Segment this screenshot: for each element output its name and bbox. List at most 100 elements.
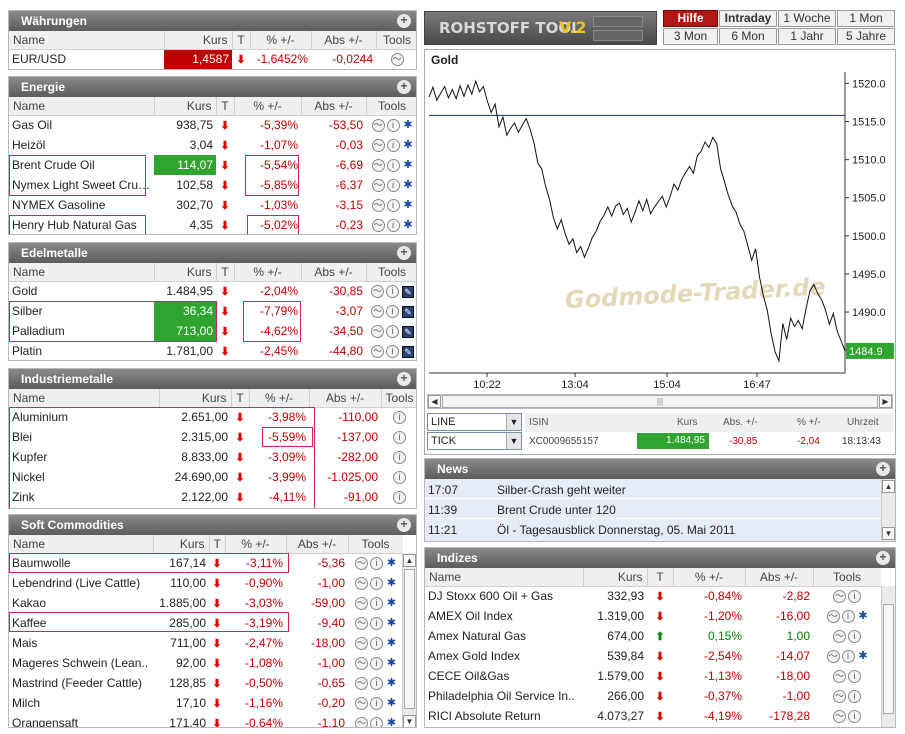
scroll-thumb[interactable]: [883, 604, 894, 714]
row-name[interactable]: DJ Stoxx 600 Oil + Gas: [425, 586, 583, 606]
info-icon[interactable]: i: [386, 219, 400, 233]
list-item[interactable]: 11:39 Brent Crude unter 120: [425, 499, 881, 519]
row-name[interactable]: Milch: [9, 693, 153, 713]
info-icon[interactable]: i: [393, 411, 406, 425]
table-row[interactable]: Amex Gold Index 539,84 ⬇ -2,54% -14,07 〜 i ✱: [425, 646, 881, 666]
info-icon[interactable]: i: [393, 491, 406, 505]
info-icon[interactable]: i: [370, 577, 383, 591]
info-icon[interactable]: i: [393, 431, 406, 445]
chart-icon[interactable]: 〜: [355, 677, 368, 691]
gear-icon[interactable]: ✱: [858, 611, 869, 622]
tick-select[interactable]: TICK ▼: [427, 432, 522, 450]
info-icon[interactable]: i: [848, 710, 861, 724]
table-row[interactable]: Kaffee 285,00 ⬇ -3,19% -9,40 〜 i ✱: [9, 613, 403, 633]
info-icon[interactable]: i: [848, 590, 861, 604]
gear-icon[interactable]: ✱: [403, 180, 414, 191]
info-icon[interactable]: i: [386, 119, 400, 133]
chart-icon[interactable]: 〜: [371, 159, 385, 173]
row-name[interactable]: Zink: [9, 487, 159, 507]
gear-icon[interactable]: ✱: [386, 698, 397, 709]
soft-scrollbar[interactable]: ▲ ▼: [402, 553, 416, 727]
edit-icon[interactable]: ✎: [402, 325, 414, 338]
gear-icon[interactable]: ✱: [386, 678, 397, 689]
info-icon[interactable]: i: [386, 199, 400, 213]
table-row[interactable]: RICI Absolute Return 4.073,27 ⬇ -4,19% -178,…: [425, 706, 881, 726]
list-item[interactable]: 11:21 Öl - Tagesausblick Donnerstag, 05. …: [425, 519, 881, 539]
row-name[interactable]: NYMEX Gasoline: [9, 195, 154, 215]
row-name[interactable]: Gold: [9, 281, 154, 301]
table-row[interactable]: Mastrind (Feeder Cattle) 128,85 ⬇ -0,50% -0,…: [9, 673, 403, 693]
row-name[interactable]: Amex Gold Index: [425, 646, 583, 666]
table-row[interactable]: Henry Hub Natural Gas 4,35 ⬇ -5,02% -0,23 〜 i ✱: [9, 215, 416, 234]
chart-icon[interactable]: 〜: [390, 53, 404, 67]
info-icon[interactable]: i: [386, 285, 399, 299]
info-icon[interactable]: i: [386, 325, 399, 339]
row-name[interactable]: Nymex Light Sweet Crud..: [9, 175, 154, 195]
row-name[interactable]: Kaffee: [9, 613, 153, 633]
gear-icon[interactable]: ✱: [403, 200, 414, 211]
table-row[interactable]: Orangensaft 171,40 ⬇ -0,64% -1,10 〜 i ✱: [9, 713, 403, 727]
chart-icon[interactable]: 〜: [355, 617, 368, 631]
info-icon[interactable]: i: [841, 610, 855, 624]
row-name[interactable]: Heizöl: [9, 135, 154, 155]
chart-icon[interactable]: 〜: [826, 610, 840, 624]
chevron-down-icon[interactable]: ▼: [506, 414, 521, 430]
intraday-button[interactable]: Intraday: [719, 10, 777, 27]
chevron-down-icon[interactable]: ▼: [506, 433, 521, 449]
row-name[interactable]: Palladium: [9, 321, 154, 341]
row-name[interactable]: Lebendrind (Live Cattle): [9, 573, 153, 593]
chart-icon[interactable]: 〜: [833, 670, 846, 684]
chart-icon[interactable]: 〜: [371, 285, 384, 299]
gear-icon[interactable]: ✱: [386, 658, 397, 669]
row-name[interactable]: Silber: [9, 301, 154, 321]
table-row[interactable]: CECE Oil&Gas 1.579,00 ⬇ -1,13% -18,00 〜 i: [425, 666, 881, 686]
table-row[interactable]: Gold 1.484,95 ⬇ -2,04% -30,85 〜 i ✎: [9, 281, 416, 301]
table-row[interactable]: Palladium 713,00 ⬇ -4,62% -34,50 〜 i ✎: [9, 321, 416, 341]
info-icon[interactable]: i: [370, 637, 383, 651]
row-name[interactable]: Baumwolle: [9, 553, 153, 573]
table-row[interactable]: Amex Natural Gas 674,00 ⬆ 0,15% 1,00 〜 i: [425, 626, 881, 646]
1-woche-button[interactable]: 1 Woche: [778, 10, 836, 27]
chart-icon[interactable]: 〜: [371, 199, 385, 213]
table-row[interactable]: Gas Oil 938,75 ⬇ -5,39% -53,50 〜 i ✱: [9, 115, 416, 135]
row-name[interactable]: Mageres Schwein (Lean..: [9, 653, 153, 673]
info-icon[interactable]: i: [386, 139, 400, 153]
scroll-right-icon[interactable]: ▶: [879, 395, 892, 408]
expand-icon[interactable]: +: [397, 246, 411, 260]
info-icon[interactable]: i: [841, 650, 855, 664]
table-row[interactable]: Brent Crude Oil 114,07 ⬇ -5,54% -6,69 〜 i ✱: [9, 155, 416, 175]
1-mon-button[interactable]: 1 Mon: [837, 10, 895, 27]
row-name[interactable]: Kupfer: [9, 447, 159, 467]
info-icon[interactable]: i: [848, 630, 861, 644]
table-row[interactable]: NYMEX Gasoline 302,70 ⬇ -1,03% -3,15 〜 i ✱: [9, 195, 416, 215]
row-name[interactable]: Blei: [9, 427, 159, 447]
expand-icon[interactable]: +: [397, 14, 411, 28]
gold-chart[interactable]: Godmode-Trader.de1520.01515.01510.01505.…: [425, 68, 895, 408]
hilfe-button[interactable]: Hilfe: [663, 10, 718, 27]
expand-icon[interactable]: +: [397, 372, 411, 386]
chart-icon[interactable]: 〜: [371, 179, 385, 193]
row-name[interactable]: Brent Crude Oil: [9, 155, 154, 175]
chart-icon[interactable]: 〜: [371, 119, 385, 133]
gear-icon[interactable]: ✱: [403, 220, 414, 231]
scroll-thumb[interactable]: |||: [442, 395, 878, 408]
table-row[interactable]: Kakao 1.885,00 ⬇ -3,03% -59,00 〜 i ✱: [9, 593, 403, 613]
chart-icon[interactable]: 〜: [833, 630, 846, 644]
row-name[interactable]: Henry Hub Natural Gas: [9, 215, 154, 234]
row-name[interactable]: CECE Oil&Gas: [425, 666, 583, 686]
info-icon[interactable]: i: [393, 451, 406, 465]
chart-hscrollbar[interactable]: ◀ ||| ▶: [427, 394, 893, 409]
row-name[interactable]: Amex Natural Gas: [425, 626, 583, 646]
chart-icon[interactable]: 〜: [355, 597, 368, 611]
row-name[interactable]: RICI Absolute Return: [425, 706, 583, 726]
list-item[interactable]: 17:07 Silber-Crash geht weiter: [425, 479, 881, 499]
table-row[interactable]: Nymex Light Sweet Crud.. 102,58 ⬇ -5,85% -6,…: [9, 175, 416, 195]
scroll-down-icon[interactable]: ▼: [403, 715, 416, 727]
row-name[interactable]: Nickel: [9, 467, 159, 487]
chart-icon[interactable]: 〜: [355, 697, 368, 711]
chart-icon[interactable]: 〜: [833, 690, 846, 704]
table-row[interactable]: Silber 36,34 ⬇ -7,79% -3,07 〜 i ✎: [9, 301, 416, 321]
table-row[interactable]: Lebendrind (Live Cattle) 110,00 ⬇ -0,90% -1,…: [9, 573, 403, 593]
gear-icon[interactable]: ✱: [403, 120, 414, 131]
gear-icon[interactable]: ✱: [858, 651, 869, 662]
